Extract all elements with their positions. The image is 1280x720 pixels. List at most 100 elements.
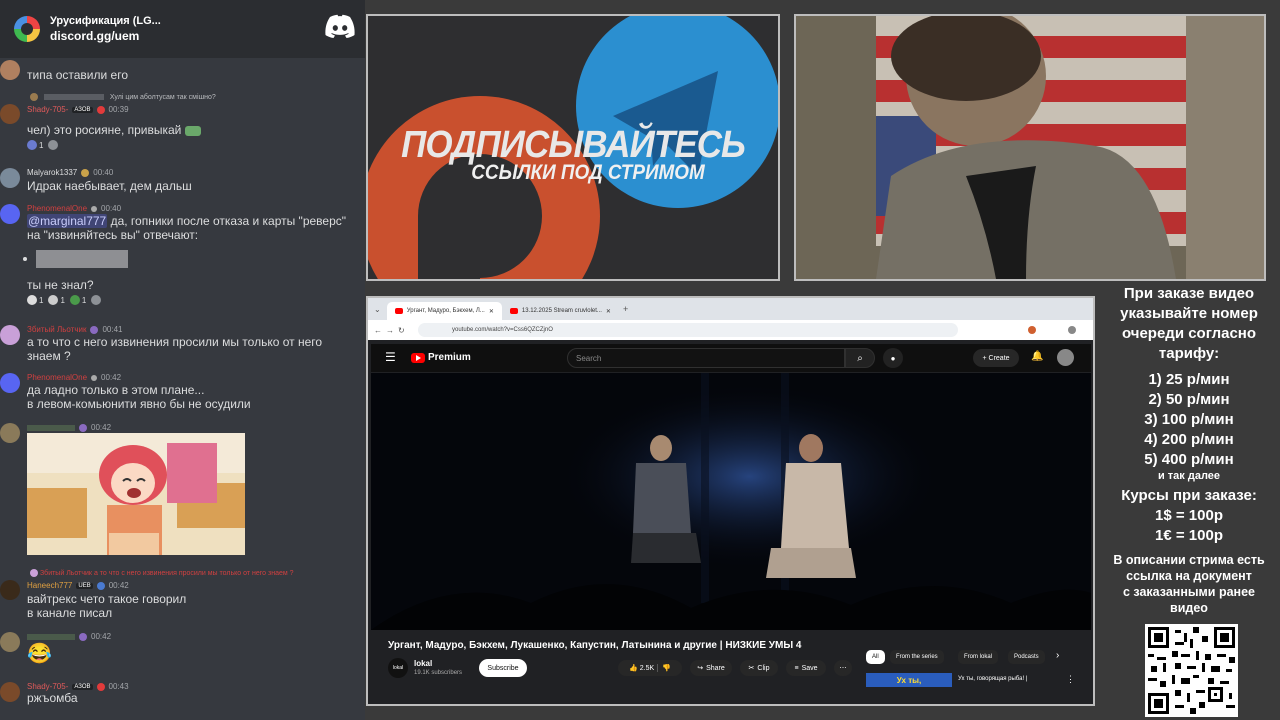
close-icon[interactable]: ✕	[489, 308, 494, 315]
like-button[interactable]: 👍 2.5K	[629, 664, 654, 672]
add-reaction-icon[interactable]	[48, 140, 59, 150]
info-line: видео	[1170, 601, 1208, 615]
role-tag: АЗОВ	[72, 106, 93, 113]
discord-avatar-icon	[0, 373, 20, 393]
server-invite[interactable]: discord.gg/uem	[50, 29, 161, 43]
video-title: Ургант, Мадуро, Бэкхем, Лукашенко, Капус…	[388, 640, 802, 651]
clip-button[interactable]: ✂ Clip	[740, 660, 778, 676]
save-icon: ≡	[794, 664, 799, 672]
notifications-icon[interactable]: 🔔	[1031, 351, 1043, 362]
share-button[interactable]: ↪ Share	[690, 660, 732, 676]
role-badge-icon	[79, 632, 87, 641]
avatar	[0, 423, 20, 443]
like-dislike-group: 👍 2.5K 👎	[618, 660, 682, 676]
username-hidden	[27, 633, 75, 640]
chip-from-channel[interactable]: From lokal	[958, 650, 999, 664]
reply-avatar	[30, 569, 38, 577]
chip-podcasts[interactable]: Podcasts	[1008, 650, 1045, 664]
related-video-thumbnail[interactable]: Ух ты,	[866, 673, 952, 687]
role-tag: UEB	[76, 582, 93, 589]
more-vert-icon[interactable]: ⋮	[1066, 674, 1075, 685]
create-button[interactable]: + Create	[973, 349, 1019, 367]
tariff-etc: и так далее	[1157, 470, 1221, 482]
search-input[interactable]: Search	[567, 348, 845, 368]
username[interactable]: Shady-705-	[27, 682, 68, 691]
timestamp: 00:40	[93, 168, 114, 177]
reaction[interactable]: 1	[48, 295, 65, 305]
server-icon	[14, 16, 40, 42]
youtube-header: ☰ Premium Search ⌕ ● + Create 🔔	[371, 344, 1091, 372]
message-text: чел) это росияне, привыкай	[27, 123, 357, 137]
info-line: указывайте номер	[1120, 305, 1258, 322]
menu-icon[interactable]: ☰	[385, 350, 396, 364]
more-actions-icon[interactable]: ⋯	[834, 660, 852, 676]
search-icon[interactable]: ⌕	[845, 348, 875, 368]
tab-title: Ургант, Мадуро, Бэкхем, Л...	[406, 308, 485, 314]
close-icon[interactable]: ✕	[606, 308, 611, 315]
forward-icon[interactable]: →	[386, 326, 394, 335]
order-note: При заказе видео указывайте номер очеред…	[1098, 284, 1280, 364]
anime-image[interactable]	[27, 433, 245, 555]
username[interactable]: PhenomenalOne	[27, 204, 87, 213]
url-field[interactable]: youtube.com/watch?v=Css6QZCZjnO	[418, 323, 958, 337]
role-badge-icon	[96, 682, 105, 691]
chip-from-series[interactable]: From the series	[890, 650, 944, 664]
chevron-right-icon[interactable]: ›	[1056, 650, 1059, 661]
reply-preview: Збитый Льотчик а то что с него извинения…	[30, 569, 294, 577]
discord-chat-overlay: Урусификация (LG... discord.gg/uem типа …	[0, 0, 365, 720]
tariff-list: 1) 25 р/мин 2) 50 р/мин 3) 100 р/мин 4) …	[1098, 370, 1280, 470]
extension-icon[interactable]	[1028, 326, 1036, 334]
channel-avatar[interactable]: lokal	[388, 658, 408, 678]
chip-all[interactable]: All	[866, 650, 885, 664]
reaction[interactable]: 1	[27, 295, 43, 305]
message-text: типа оставили его	[27, 68, 128, 82]
reaction-count: 1	[60, 295, 65, 305]
tariff-item: 1) 25 р/мин	[1148, 371, 1230, 388]
rate-usd: 1$ = 100р	[1155, 507, 1223, 524]
browser-tab[interactable]: Ургант, Мадуро, Бэкхем, Л... ✕	[386, 302, 502, 320]
reload-icon[interactable]: ↻	[398, 326, 405, 335]
info-line: с заказанными ранее	[1122, 585, 1255, 599]
webcam-image	[796, 16, 1264, 279]
video-player[interactable]	[371, 373, 1091, 630]
youtube-logo[interactable]: Premium	[411, 352, 471, 363]
discord-avatar-icon	[0, 204, 20, 224]
username[interactable]: Haneech777	[27, 581, 72, 590]
info-line: тарифу:	[1158, 345, 1220, 362]
browser-tab[interactable]: 13.12.2025 Stream cruvlolet... ✕	[502, 302, 619, 320]
qr-code-icon	[1148, 627, 1235, 714]
username[interactable]: Збитый Льотчик	[27, 325, 86, 334]
avatar[interactable]	[1057, 349, 1074, 366]
new-tab-icon[interactable]: +	[623, 304, 628, 314]
subscribe-button[interactable]: Subscribe	[479, 659, 527, 677]
info-line: ссылка на документ	[1126, 569, 1252, 583]
reply-text: Хулі цим аболтусам так смішно?	[109, 93, 216, 101]
save-button[interactable]: ≡ Save	[786, 660, 826, 676]
message-meta: Haneech777 UEB 00:42	[27, 581, 129, 590]
message-text: @marginal777 да, гопники после отказа и …	[27, 214, 347, 242]
dislike-button[interactable]: 👎	[657, 664, 671, 672]
clip-label: Clip	[757, 664, 770, 672]
microphone-icon[interactable]: ●	[883, 348, 903, 368]
username[interactable]: Malyarok1337	[27, 168, 77, 177]
video-frame	[371, 373, 1091, 630]
username[interactable]: PhenomenalOne	[27, 373, 87, 382]
rates-title: Курсы при заказе:	[1121, 487, 1257, 504]
spoiler-block[interactable]	[36, 250, 128, 268]
back-icon[interactable]: ←	[374, 326, 382, 335]
tab-list-icon[interactable]: ⌄	[374, 305, 381, 314]
related-video-title[interactable]: Ух ты, говорящая рыба! |	[958, 676, 1027, 682]
user-mention[interactable]: @marginal777	[27, 214, 108, 228]
qr-code[interactable]	[1145, 624, 1238, 717]
role-badge-icon	[79, 423, 87, 432]
avatar	[0, 580, 20, 600]
add-reaction-icon[interactable]	[91, 295, 102, 305]
channel-name[interactable]: lokal	[414, 659, 432, 668]
username[interactable]: Shady-705-	[27, 105, 68, 114]
profile-icon[interactable]	[1068, 326, 1076, 334]
role-badge-icon	[90, 325, 99, 334]
reaction[interactable]: 1	[69, 295, 86, 305]
reaction-emoji-icon	[27, 295, 37, 305]
reaction[interactable]: 1	[27, 140, 43, 150]
youtube-logo-text: Premium	[428, 352, 471, 363]
